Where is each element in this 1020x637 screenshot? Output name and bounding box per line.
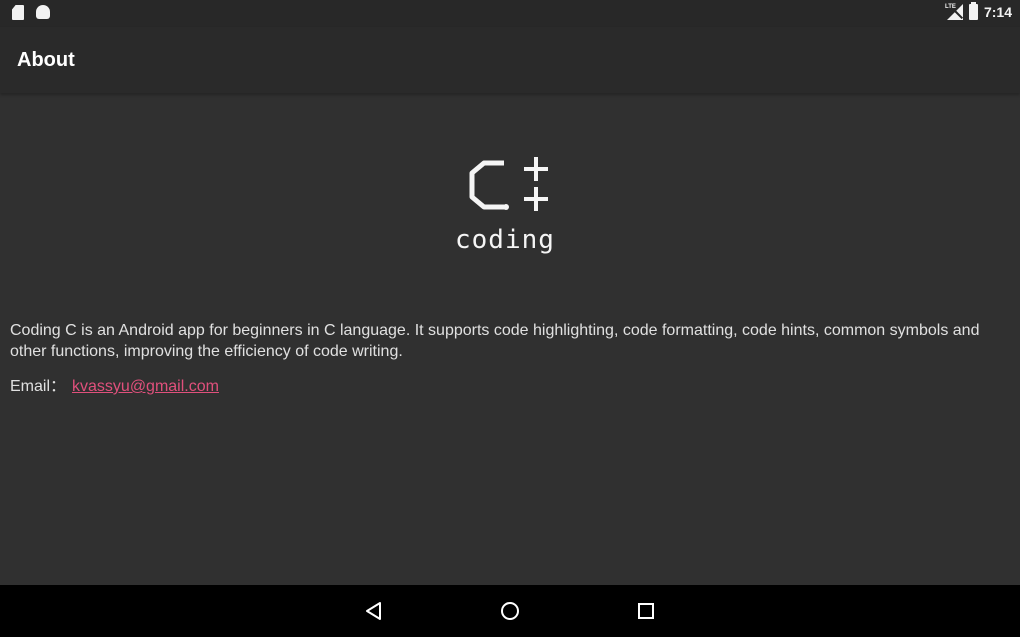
status-right-icons: LTE 7:14 (944, 2, 1012, 20)
email-link[interactable]: kvassyu@gmail.com (72, 378, 219, 395)
about-screen: LTE 7:14 About coding Coding C is an And… (0, 0, 1020, 637)
signal-label: LTE (944, 4, 956, 10)
recents-icon (638, 603, 654, 619)
home-icon (501, 602, 519, 620)
app-description: Coding C is an Android app for beginners… (10, 322, 980, 360)
home-button[interactable] (497, 598, 523, 624)
logo-wordmark: coding (455, 225, 555, 255)
back-icon (366, 602, 381, 620)
email-label: Email： (10, 378, 67, 395)
back-button[interactable] (361, 598, 387, 624)
status-bar: LTE 7:14 (0, 0, 1020, 27)
status-left-icons (12, 5, 50, 20)
about-content: coding Coding C is an Android app for be… (0, 93, 1020, 585)
signal-icon: LTE (944, 4, 964, 20)
navigation-bar (0, 585, 1020, 637)
page-title: About (17, 49, 75, 71)
status-time: 7:14 (983, 4, 1012, 20)
android-icon (36, 5, 50, 19)
app-bar: About (0, 27, 1020, 93)
battery-icon (968, 2, 978, 20)
email-row: Email： kvassyu@gmail.com (10, 372, 219, 396)
recents-button[interactable] (633, 598, 659, 624)
sd-card-icon (12, 5, 24, 20)
